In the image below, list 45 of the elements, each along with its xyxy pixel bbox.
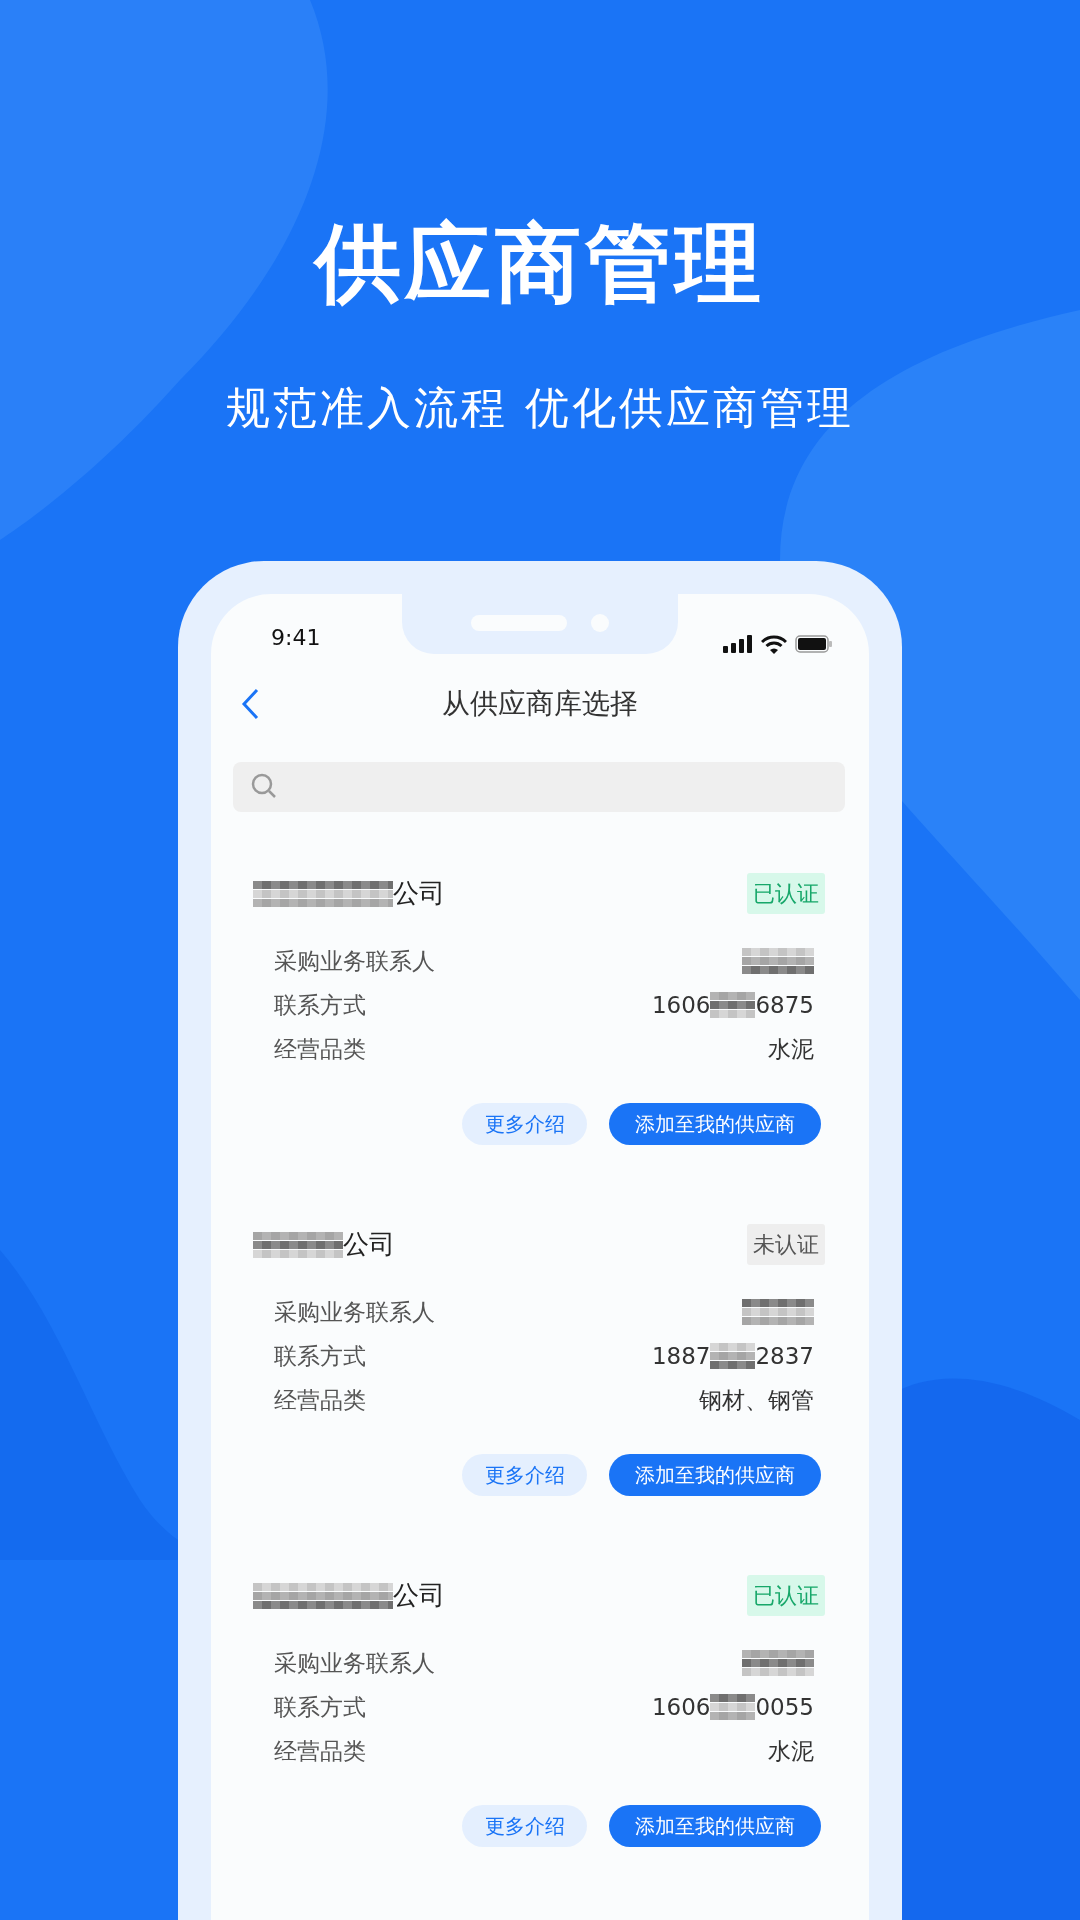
signal-icon [723, 635, 753, 654]
field-label: 联系方式 [274, 1692, 366, 1722]
company-name: 公司 [393, 877, 445, 911]
certification-badge: 已认证 [747, 873, 825, 915]
phone-number-start: 1887 [651, 1341, 711, 1371]
more-info-button[interactable]: 更多介绍 [462, 1805, 587, 1847]
battery-icon [795, 635, 833, 654]
wifi-icon [761, 635, 787, 654]
certification-badge: 未认证 [747, 1224, 825, 1266]
more-info-button[interactable]: 更多介绍 [462, 1103, 587, 1145]
add-supplier-button[interactable]: 添加至我的供应商 [609, 1103, 821, 1145]
field-label: 采购业务联系人 [274, 946, 435, 976]
search-field[interactable] [233, 762, 845, 812]
pixelated-redaction [742, 948, 814, 974]
pixelated-redaction [710, 992, 756, 1018]
phone-number-end: 6875 [755, 990, 814, 1020]
phone-number-start: 1606 [651, 1692, 711, 1722]
phone-number-end: 0055 [755, 1692, 814, 1722]
category-value: 水泥 [768, 1736, 814, 1766]
field-label: 采购业务联系人 [274, 1297, 435, 1327]
pixelated-redaction [710, 1694, 756, 1720]
add-supplier-button[interactable]: 添加至我的供应商 [609, 1454, 821, 1496]
add-supplier-button[interactable]: 添加至我的供应商 [609, 1805, 821, 1847]
pixelated-redaction [710, 1343, 756, 1369]
status-time: 9:41 [271, 624, 321, 652]
field-label: 联系方式 [274, 990, 366, 1020]
pixelated-redaction [742, 1650, 814, 1676]
pixelated-redaction [742, 1299, 814, 1325]
phone-number-end: 2837 [755, 1341, 814, 1371]
field-label: 经营品类 [274, 1385, 366, 1415]
page-title: 从供应商库选择 [442, 686, 638, 722]
company-name: 公司 [393, 1579, 445, 1613]
field-label: 经营品类 [274, 1034, 366, 1064]
field-label: 经营品类 [274, 1736, 366, 1766]
category-value: 钢材、钢管 [699, 1385, 814, 1415]
phone-number-start: 1606 [651, 990, 711, 1020]
field-label: 联系方式 [274, 1341, 366, 1371]
company-name: 公司 [343, 1228, 395, 1262]
subtitle: 规范准入流程 优化供应商管理 [226, 382, 854, 435]
certification-badge: 已认证 [747, 1575, 825, 1617]
more-info-button[interactable]: 更多介绍 [462, 1454, 587, 1496]
headline: 供应商管理 [315, 212, 765, 315]
back-icon[interactable] [241, 688, 259, 720]
category-value: 水泥 [768, 1034, 814, 1064]
field-label: 采购业务联系人 [274, 1648, 435, 1678]
